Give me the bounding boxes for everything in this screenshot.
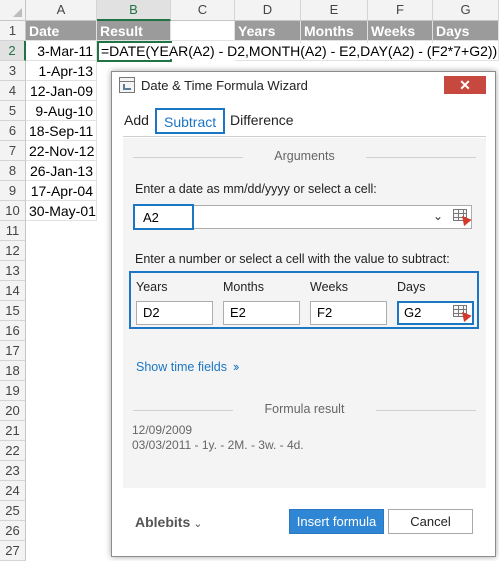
- date-prompt: Enter a date as mm/dd/yyyy or select a c…: [135, 182, 377, 196]
- ablebits-menu[interactable]: Ablebits ⌄: [135, 514, 202, 530]
- number-fields-group: Years Months Weeks Days D2 E2 F2 G2: [129, 271, 479, 329]
- cell-a4[interactable]: 12-Jan-09: [26, 81, 97, 101]
- row-header[interactable]: 22: [0, 441, 26, 461]
- calendar-icon: [119, 77, 135, 93]
- row-header[interactable]: 18: [0, 361, 26, 381]
- result-line: 03/03/2011 - 1y. - 2M. - 3w. - 4d.: [132, 438, 304, 452]
- row-header[interactable]: 27: [0, 541, 26, 561]
- date-input-value: A2: [143, 210, 159, 225]
- cell-g1[interactable]: Days: [433, 21, 499, 41]
- formula-text: =DATE(YEAR(A2) - D2,MONTH(A2) - E2,DAY(A…: [101, 43, 498, 59]
- column-header-f[interactable]: F: [368, 0, 433, 21]
- months-label: Months: [223, 280, 264, 294]
- row-header[interactable]: 8: [0, 161, 26, 181]
- weeks-field[interactable]: F2: [310, 301, 387, 325]
- cell-a2[interactable]: 3-Mar-11: [26, 41, 97, 61]
- arguments-heading: Arguments: [123, 149, 486, 163]
- cell-c1[interactable]: [171, 21, 235, 41]
- formula-result-heading: Formula result: [123, 402, 486, 416]
- row-header[interactable]: 23: [0, 461, 26, 481]
- row-header[interactable]: 9: [0, 181, 26, 201]
- cell-a10[interactable]: 30-May-01: [26, 201, 97, 221]
- column-header-b[interactable]: B: [97, 0, 171, 21]
- row-header[interactable]: 25: [0, 501, 26, 521]
- column-header-e[interactable]: E: [301, 0, 368, 21]
- column-header-c[interactable]: C: [171, 0, 235, 21]
- row-header[interactable]: 4: [0, 81, 26, 101]
- cell-a6[interactable]: 18-Sep-11: [26, 121, 97, 141]
- years-label: Years: [136, 280, 168, 294]
- months-field[interactable]: E2: [223, 301, 300, 325]
- row-header[interactable]: 21: [0, 421, 26, 441]
- tab-subtract[interactable]: Subtract: [155, 108, 226, 134]
- row-header[interactable]: 16: [0, 321, 26, 341]
- row-header[interactable]: 12: [0, 241, 26, 261]
- show-time-fields-label: Show time fields: [136, 360, 228, 374]
- formula-wizard-dialog: Date & Time Formula Wizard ✕ Add Subtrac…: [111, 71, 496, 557]
- weeks-label: Weeks: [310, 280, 348, 294]
- cancel-button[interactable]: Cancel: [388, 509, 473, 534]
- close-button[interactable]: ✕: [444, 76, 486, 94]
- double-chevron-right-icon: ››: [233, 360, 239, 374]
- chevron-down-icon[interactable]: ⌄: [433, 209, 443, 223]
- years-field[interactable]: D2: [136, 301, 213, 325]
- days-label: Days: [397, 280, 426, 294]
- row-header[interactable]: 10: [0, 201, 26, 221]
- row-header[interactable]: 7: [0, 141, 26, 161]
- chevron-down-icon: ⌄: [193, 518, 203, 530]
- cell-a7[interactable]: 22-Nov-12: [26, 141, 97, 161]
- date-input[interactable]: A2 ⌄: [133, 204, 472, 230]
- cell-b1[interactable]: Result: [97, 21, 171, 41]
- row-header[interactable]: 14: [0, 281, 26, 301]
- tab-divider: [123, 136, 486, 137]
- row-header[interactable]: 24: [0, 481, 26, 501]
- insert-formula-button[interactable]: Insert formula: [289, 509, 384, 534]
- row-header[interactable]: 19: [0, 381, 26, 401]
- cell-d1[interactable]: Years: [235, 21, 301, 41]
- column-header-g[interactable]: G: [433, 0, 499, 21]
- row-header[interactable]: 5: [0, 101, 26, 121]
- show-time-fields-link[interactable]: Show time fields ››: [136, 360, 240, 374]
- result-line: 12/09/2009: [132, 423, 193, 437]
- cell-a1[interactable]: Date: [26, 21, 97, 41]
- number-prompt: Enter a number or select a cell with the…: [135, 252, 450, 266]
- row-header[interactable]: 11: [0, 221, 26, 241]
- cell-f1[interactable]: Weeks: [368, 21, 433, 41]
- dialog-titlebar[interactable]: Date & Time Formula Wizard ✕: [112, 72, 495, 100]
- column-header-a[interactable]: A: [26, 0, 97, 21]
- column-header-d[interactable]: D: [235, 0, 301, 21]
- tab-difference[interactable]: Difference: [230, 108, 294, 134]
- row-header[interactable]: 2: [0, 41, 26, 61]
- row-header[interactable]: 17: [0, 341, 26, 361]
- cell-picker-icon[interactable]: [453, 209, 472, 227]
- cell-b2-formula[interactable]: =DATE(YEAR(A2) - D2,MONTH(A2) - E2,DAY(A…: [97, 41, 498, 62]
- cell-a3[interactable]: 1-Apr-13: [26, 61, 97, 81]
- dialog-title: Date & Time Formula Wizard: [141, 78, 308, 93]
- row-header[interactable]: 15: [0, 301, 26, 321]
- brand-label: Ablebits: [135, 514, 191, 530]
- cell-picker-icon[interactable]: [453, 305, 472, 323]
- cell-a5[interactable]: 9-Aug-10: [26, 101, 97, 121]
- cell-e1[interactable]: Months: [301, 21, 368, 41]
- row-header[interactable]: 1: [0, 21, 26, 41]
- row-header[interactable]: 3: [0, 61, 26, 81]
- cell-a8[interactable]: 26-Jan-13: [26, 161, 97, 181]
- row-header[interactable]: 13: [0, 261, 26, 281]
- row-header[interactable]: 20: [0, 401, 26, 421]
- tab-add[interactable]: Add: [124, 108, 149, 134]
- row-header[interactable]: 26: [0, 521, 26, 541]
- row-header[interactable]: 6: [0, 121, 26, 141]
- cell-a9[interactable]: 17-Apr-04: [26, 181, 97, 201]
- select-all-corner[interactable]: [0, 0, 26, 21]
